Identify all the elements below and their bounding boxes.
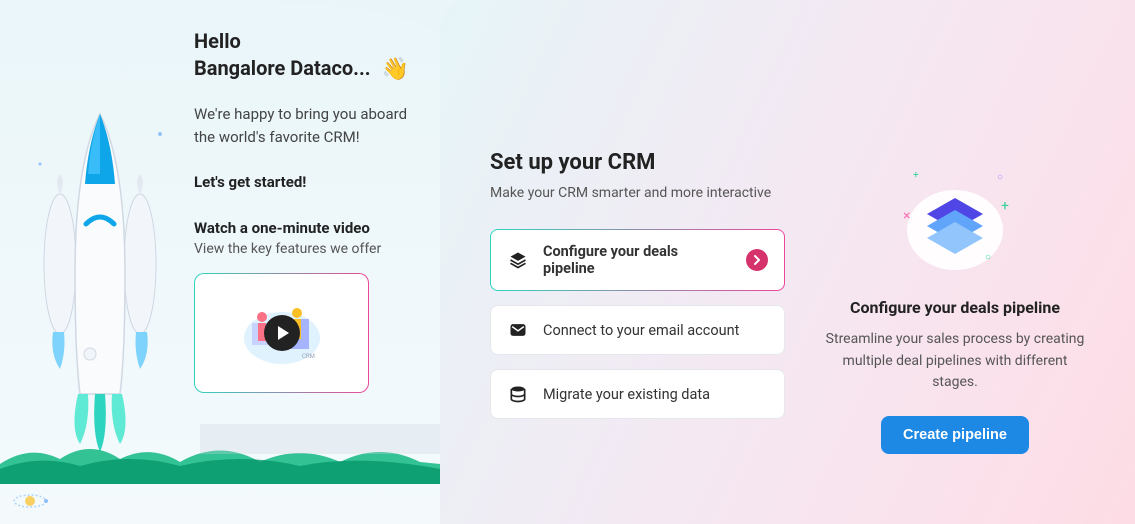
option-migrate-data[interactable]: Migrate your existing data	[490, 369, 785, 419]
svg-text:○: ○	[985, 252, 991, 263]
option-label: Configure your deals pipeline	[543, 243, 732, 277]
svg-text:+: +	[1001, 198, 1009, 214]
greeting-line2: Bangalore Dataco...	[194, 56, 371, 80]
option-label: Connect to your email account	[543, 322, 768, 339]
option-configure-pipeline[interactable]: Configure your deals pipeline	[490, 229, 785, 291]
setup-subtitle: Make your CRM smarter and more interacti…	[490, 185, 785, 201]
mail-icon	[507, 319, 529, 341]
play-icon	[264, 315, 300, 351]
rocket-illustration	[30, 24, 170, 454]
chevron-right-icon	[746, 249, 768, 271]
option-connect-email[interactable]: Connect to your email account	[490, 305, 785, 355]
option-detail-panel: × + ○ ○ + Configure your deals pipeline …	[825, 150, 1085, 454]
decoration-atom-icon	[10, 486, 50, 516]
get-started-heading: Let's get started!	[194, 173, 410, 191]
setup-title: Set up your CRM	[490, 150, 785, 175]
wave-icon: 👋	[382, 55, 409, 85]
svg-text:+: +	[913, 170, 919, 181]
svg-text:CRM: CRM	[302, 353, 315, 360]
layers-illustration: × + ○ ○ +	[885, 160, 1025, 280]
setup-options-list: Configure your deals pipeline Connect to…	[490, 229, 785, 419]
create-pipeline-button[interactable]: Create pipeline	[881, 416, 1029, 454]
greeting-line1: Hello	[194, 28, 410, 55]
watch-video-heading: Watch a one-minute video	[194, 219, 410, 237]
svg-text:○: ○	[997, 172, 1003, 183]
layers-icon	[507, 249, 529, 271]
database-icon	[507, 383, 529, 405]
option-label: Migrate your existing data	[543, 386, 768, 403]
greeting: Hello Bangalore Dataco... 👋	[194, 28, 410, 85]
welcome-panel: Hello Bangalore Dataco... 👋 We're happy …	[0, 0, 440, 524]
detail-title: Configure your deals pipeline	[825, 298, 1085, 317]
setup-panel: Set up your CRM Make your CRM smarter an…	[440, 0, 1135, 524]
intro-text: We're happy to bring you aboard the worl…	[194, 103, 410, 150]
svg-text:×: ×	[903, 208, 910, 224]
detail-description: Streamline your sales process by creatin…	[825, 329, 1085, 394]
intro-video-card[interactable]: CRM	[194, 273, 369, 393]
watch-video-sub: View the key features we offer	[194, 241, 410, 257]
